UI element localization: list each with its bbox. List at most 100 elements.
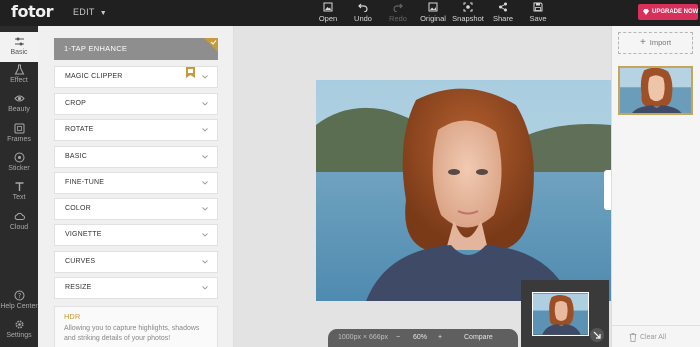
nav-item-effect[interactable]: Effect <box>0 64 38 84</box>
chevron-down-icon <box>202 102 208 106</box>
panel-item-basic[interactable]: BASIC <box>54 146 218 168</box>
chevron-down-icon <box>202 75 208 79</box>
nav-label-beauty: Beauty <box>8 106 30 113</box>
gallery-thumbnail[interactable] <box>618 66 693 115</box>
edit-mode-menu[interactable]: EDIT ▼ <box>73 7 107 17</box>
plus-icon: + <box>639 37 646 48</box>
undo-label: Undo <box>354 14 372 23</box>
undo-icon <box>358 3 368 12</box>
open-button[interactable]: Open <box>308 2 348 23</box>
chevron-down-icon <box>202 181 208 185</box>
chevron-down-icon <box>202 207 208 211</box>
nav-label-cloud: Cloud <box>9 224 29 231</box>
panel-item-label: ROTATE <box>65 126 94 133</box>
premium-corner-icon <box>204 38 218 52</box>
open-label: Open <box>318 14 338 23</box>
import-button[interactable]: + Import <box>618 32 693 54</box>
import-label: Import <box>649 38 672 47</box>
panel-item-label: COLOR <box>65 205 91 212</box>
clear-all-button[interactable]: Clear All <box>629 333 667 342</box>
snapshot-button[interactable]: Snapshot <box>448 2 488 23</box>
redo-icon <box>393 3 403 12</box>
share-icon <box>499 2 507 12</box>
redo-button[interactable]: Redo <box>378 2 418 23</box>
chevron-down-icon <box>202 260 208 264</box>
top-bar: fotor EDIT ▼ Open Undo Redo Original Snap… <box>0 0 700 26</box>
nav-item-sticker[interactable]: Sticker <box>0 152 38 172</box>
panel-item-rotate[interactable]: ROTATE <box>54 119 218 141</box>
panel-item-color[interactable]: COLOR <box>54 198 218 220</box>
panel-item-vignette[interactable]: VIGNETTE <box>54 224 218 246</box>
open-icon <box>323 2 333 12</box>
panel-item-fine-tune[interactable]: FINE-TUNE <box>54 172 218 194</box>
nav-label-help-center: Help Center <box>0 303 38 310</box>
chevron-down-icon <box>202 155 208 159</box>
bookmark-badge-icon <box>186 67 195 78</box>
gear-icon <box>14 320 24 329</box>
original-icon <box>428 2 438 12</box>
compare-button[interactable]: Compare <box>464 334 493 341</box>
hdr-description: Allowing you to capture highlights, shad… <box>64 325 200 342</box>
svg-text:?: ? <box>17 292 21 300</box>
image-dimensions: 1000px × 666px <box>338 334 389 341</box>
navigator-thumbnail[interactable] <box>532 292 589 336</box>
trash-icon <box>629 333 637 342</box>
enhance-label: 1-TAP ENHANCE <box>64 44 128 53</box>
nav-item-settings[interactable]: Settings <box>0 319 38 339</box>
help-icon: ? <box>14 290 24 301</box>
fotor-logo[interactable]: fotor <box>11 2 53 21</box>
panel-item-label: VIGNETTE <box>65 231 102 238</box>
main-photo[interactable] <box>316 80 611 301</box>
one-tap-enhance-button[interactable]: 1-TAP ENHANCE <box>54 38 218 60</box>
portrait-photo <box>316 80 611 301</box>
original-button[interactable]: Original <box>413 2 453 23</box>
undo-button[interactable]: Undo <box>343 2 383 23</box>
snapshot-icon <box>463 2 473 12</box>
nav-label-settings: Settings <box>6 332 32 339</box>
upgrade-label: UPGRADE NOW <box>652 9 699 15</box>
chevron-down-icon <box>202 233 208 237</box>
zoom-out-button[interactable]: − <box>396 334 400 341</box>
hdr-title: HDR <box>64 312 81 321</box>
frame-icon <box>14 123 24 134</box>
nav-label-text: Text <box>12 194 26 201</box>
panel-item-label: FINE-TUNE <box>65 179 105 186</box>
zoom-in-button[interactable]: + <box>438 334 442 341</box>
share-button[interactable]: Share <box>483 2 523 23</box>
nav-label-basic: Basic <box>10 49 28 56</box>
snapshot-label: Snapshot <box>452 14 484 23</box>
nav-item-help-center[interactable]: ? Help Center <box>0 290 38 310</box>
gallery-photo <box>620 68 691 113</box>
nav-label-frames: Frames <box>7 136 31 143</box>
nav-item-frames[interactable]: Frames <box>0 123 38 143</box>
panel-item-label: BASIC <box>65 153 88 160</box>
text-icon <box>15 182 23 191</box>
save-label: Save <box>529 14 547 23</box>
save-icon <box>533 2 543 12</box>
cloud-icon <box>14 212 25 220</box>
edit-panel: 1-TAP ENHANCE MAGIC CLIPPER CROP ROTATE … <box>38 26 234 347</box>
nav-item-cloud[interactable]: Cloud <box>0 211 38 231</box>
upgrade-now-button[interactable]: UPGRADE NOW <box>638 4 698 20</box>
original-label: Original <box>420 14 446 23</box>
panel-item-crop[interactable]: CROP <box>54 93 218 115</box>
nav-label-effect: Effect <box>10 77 28 84</box>
navigator-photo <box>533 293 588 335</box>
panel-item-magic-clipper[interactable]: MAGIC CLIPPER <box>54 66 218 88</box>
clear-all-label: Clear All <box>640 334 667 341</box>
hdr-card[interactable]: HDR Allowing you to capture highlights, … <box>54 306 218 347</box>
diamond-icon <box>643 9 649 15</box>
eye-icon <box>13 95 25 102</box>
share-label: Share <box>492 14 513 23</box>
nav-item-beauty[interactable]: Beauty <box>0 93 38 113</box>
nav-item-basic[interactable]: Basic <box>0 32 38 62</box>
panel-item-resize[interactable]: RESIZE <box>54 277 218 299</box>
panel-item-curves[interactable]: CURVES <box>54 251 218 273</box>
save-button[interactable]: Save <box>518 2 558 23</box>
nav-label-sticker: Sticker <box>8 165 30 172</box>
nav-item-text[interactable]: Text <box>0 181 38 201</box>
redo-label: Redo <box>389 14 407 23</box>
expand-navigator-icon[interactable] <box>590 328 604 342</box>
right-panel-toggle[interactable] <box>604 170 611 210</box>
gallery-divider <box>611 325 700 326</box>
